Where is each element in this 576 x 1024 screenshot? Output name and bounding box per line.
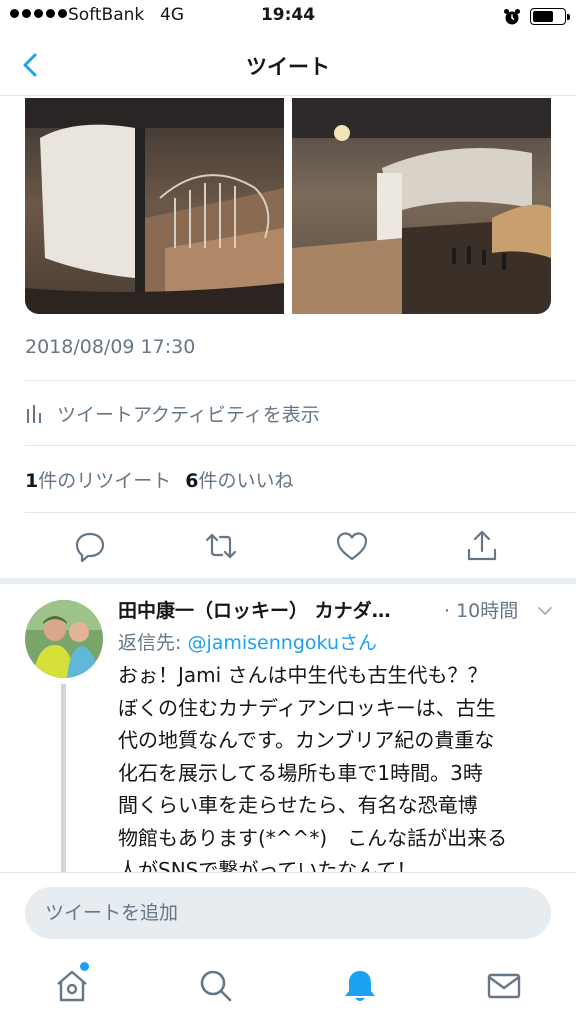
tweet-stats: 1件のリツイート 6件のいいね: [25, 466, 294, 493]
reply-text-line: 代の地質なんです。カンブリア紀の貴重な: [118, 728, 495, 752]
compose-bar: [0, 872, 576, 952]
add-tweet-input[interactable]: [25, 887, 551, 939]
analytics-icon: [27, 405, 41, 423]
battery-icon: [530, 8, 570, 25]
activity-label: ツイートアクティビティを表示: [57, 403, 320, 426]
divider: [25, 445, 576, 446]
divider: [25, 380, 576, 381]
section-divider: [0, 578, 576, 584]
reply-text-line: 化石を展示してる場所も車で1時間。3時: [118, 760, 483, 785]
new-content-badge: [80, 962, 89, 971]
divider: [25, 512, 576, 513]
tweet-timestamp: 2018/08/09 17:30: [25, 336, 196, 358]
status-bar: SoftBank 4G 19:44: [0, 0, 576, 34]
reply-to-line: 返信先: @jamisenngokuさん: [118, 632, 377, 654]
reply-icon[interactable]: [72, 528, 108, 564]
reply-text-line: 間くらい車を走らせたら、有名な恐竜博: [118, 793, 478, 817]
reply-text: おぉ！Jami さんは中生代も古生代も？？ ぼくの住むカナディアンロッキーは、古…: [118, 659, 558, 887]
mention-link[interactable]: @jamisenngokuさん: [187, 632, 377, 654]
tweet-image-1[interactable]: [25, 98, 284, 314]
navigation-bar: ツイート: [0, 34, 576, 96]
retweet-icon[interactable]: [203, 528, 239, 564]
reply-text-line: ぼくの住むカナディアンロッキーは、古生: [118, 695, 496, 720]
home-icon[interactable]: [52, 966, 92, 1006]
reply-time: · 10時間: [444, 600, 519, 622]
avatar[interactable]: [25, 600, 103, 678]
messages-icon[interactable]: [484, 966, 524, 1006]
alarm-icon: [504, 9, 520, 25]
search-icon[interactable]: [196, 966, 236, 1006]
tweet-image-2[interactable]: [292, 98, 551, 314]
like-icon[interactable]: [334, 528, 370, 564]
reply-text-line: おぉ！Jami さんは中生代も古生代も？？: [118, 663, 488, 687]
clock: 19:44: [260, 5, 316, 25]
like-stat[interactable]: 6件のいいね: [185, 466, 293, 493]
tweet-activity-link[interactable]: ツイートアクティビティを表示: [25, 398, 320, 428]
chevron-down-icon[interactable]: [534, 600, 556, 622]
notifications-icon[interactable]: [340, 966, 380, 1006]
page-title: ツイート: [246, 55, 330, 79]
thread-line: [61, 684, 66, 874]
share-icon[interactable]: [464, 528, 500, 564]
retweet-stat[interactable]: 1件のリツイート: [25, 466, 171, 493]
reply-text-line: 物館もあります(*^^*) こんな話が出来る: [118, 825, 508, 850]
reply-author-name[interactable]: 田中康一（ロッキー） カナダ…: [118, 596, 430, 623]
